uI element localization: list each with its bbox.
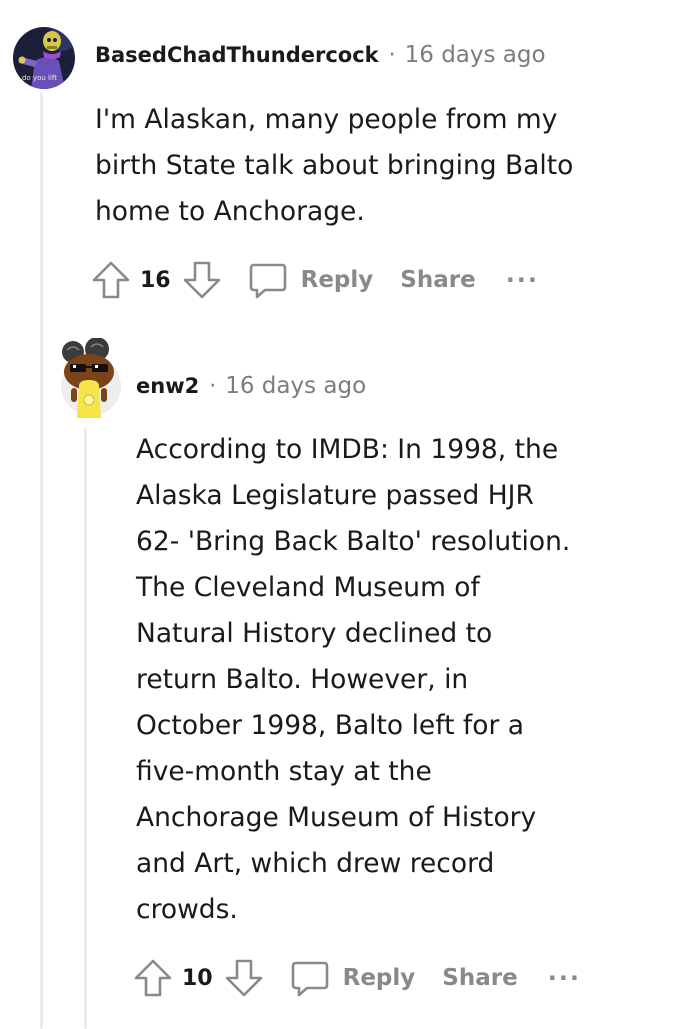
thread-line-level-1[interactable] (40, 92, 43, 1029)
comment-body-line: five-month stay at the (136, 756, 432, 787)
username-link[interactable]: BasedChadThundercock (95, 43, 379, 67)
downvote-button[interactable] (181, 259, 223, 301)
reply-label: Reply (342, 965, 416, 991)
comment-body-line: birth State talk about bringing Balto (95, 150, 574, 181)
comment-actions: 10 Reply Share ··· (132, 956, 581, 1000)
thread-line-level-2[interactable] (84, 428, 87, 1029)
comment-meta: BasedChadThundercock · 16 days ago (95, 42, 546, 68)
snoo-avatar-icon (61, 338, 121, 418)
upvote-arrow-icon (134, 959, 172, 997)
upvote-arrow-icon (92, 261, 130, 299)
comment-body-line: Alaska Legislature passed HJR (136, 480, 534, 511)
avatar-caption: do you lift (22, 74, 58, 82)
comment-body-line: and Art, which drew record (136, 848, 495, 879)
share-button[interactable]: Share (442, 965, 517, 991)
more-options-button[interactable]: ··· (506, 266, 539, 294)
downvote-arrow-icon (183, 261, 220, 299)
timestamp-link[interactable]: 16 days ago (225, 373, 366, 399)
comment-body-line: I'm Alaskan, many people from my (95, 104, 558, 135)
vote-score: 16 (140, 267, 171, 293)
comment-body-line: crowds. (136, 894, 238, 925)
share-button[interactable]: Share (400, 267, 475, 293)
vote-score: 10 (182, 965, 213, 991)
avatar[interactable] (59, 338, 123, 418)
comment-bubble-icon (291, 961, 328, 997)
comment-body-line: home to Anchorage. (95, 196, 365, 227)
comment-bubble-icon (249, 263, 286, 299)
comment-body-line: According to IMDB: In 1998, the (136, 434, 559, 465)
comment-body: According to IMDB: In 1998, the Alaska L… (136, 427, 570, 933)
comment-body-line: Anchorage Museum of History (136, 802, 537, 833)
meta-separator: · (209, 374, 217, 399)
reply-button[interactable]: Reply (247, 259, 374, 301)
upvote-button[interactable] (132, 957, 174, 999)
comment-body-line: 62- 'Bring Back Balto' resolution. (136, 526, 571, 557)
comment-meta: enw2 · 16 days ago (136, 373, 366, 399)
comment-body-line: October 1998, Balto left for a (136, 710, 525, 741)
comment-body-line: The Cleveland Museum of (136, 572, 480, 603)
reply-label: Reply (300, 267, 374, 293)
reply-button[interactable]: Reply (289, 957, 416, 999)
upvote-button[interactable] (90, 259, 132, 301)
avatar[interactable]: do you lift (13, 27, 75, 89)
downvote-arrow-icon (225, 959, 262, 997)
username-link[interactable]: enw2 (136, 374, 199, 398)
comment-body-line: return Balto. However, in (136, 664, 469, 695)
comment-actions: 16 Reply Share ··· (90, 258, 539, 302)
comment-body-line: Natural History declined to (136, 618, 493, 649)
meta-separator: · (388, 43, 396, 68)
more-options-button[interactable]: ··· (548, 964, 581, 992)
downvote-button[interactable] (223, 957, 265, 999)
timestamp-link[interactable]: 16 days ago (405, 42, 546, 68)
comment-body: I'm Alaskan, many people from my birth S… (95, 97, 573, 235)
